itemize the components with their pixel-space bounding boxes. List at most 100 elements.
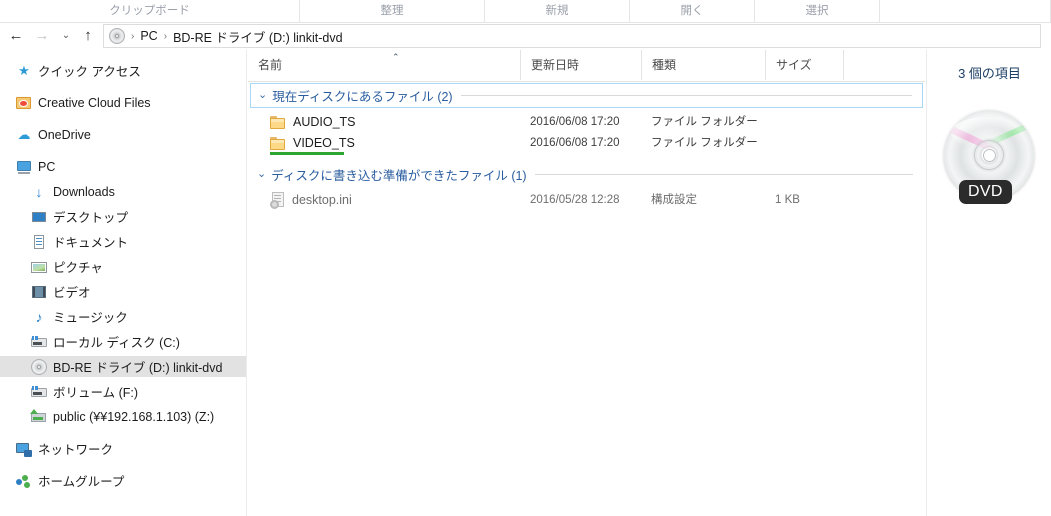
column-header-5[interactable] [843,50,925,80]
sidebar-item-label: Downloads [53,184,115,199]
ribbon-group-4[interactable]: 開く [630,0,755,22]
file-name-cell[interactable]: desktop.ini [270,190,352,210]
sidebar-item-label: ビデオ [53,286,91,300]
hard-drive-icon [31,384,47,400]
back-button[interactable]: ← [6,26,26,46]
column-header-1[interactable]: 名前 [248,50,520,80]
column-header-row: 名前 ⌃ 更新日時 種類 サイズ [248,50,925,82]
sort-ascending-icon: ⌃ [392,52,400,62]
sidebar-item-label: BD-RE ドライブ (D:) linkit-dvd [53,361,223,375]
ribbon-group-1[interactable]: クリップボード [0,0,300,22]
recent-locations-button[interactable]: ⌄ [56,26,76,46]
sidebar-item-0[interactable]: ★ クイック アクセス [0,60,246,81]
disc-hole [982,148,996,162]
ribbon-group-6[interactable] [880,0,1051,22]
breadcrumb-separator-1: › [163,30,168,42]
sidebar-item-label: OneDrive [38,127,91,142]
file-list-pane: 名前 ⌃ 更新日時 種類 サイズ ⌄ 現在ディスクにあるファイル (2) AUDIO_TS 2… [248,50,925,516]
file-name-label: AUDIO_TS [293,115,356,129]
ribbon-group-3[interactable]: 新規 [485,0,630,22]
sidebar-item-7[interactable]: ピクチャ [0,256,246,277]
sidebar-item-label: Creative Cloud Files [38,95,151,110]
sidebar-item-label: ボリューム (F:) [53,386,139,400]
ribbon-group-5[interactable]: 選択 [755,0,880,22]
ribbon-group-2[interactable]: 整理 [300,0,485,22]
breadcrumb[interactable]: › PC › BD-RE ドライブ (D:) linkit-dvd [103,24,1041,48]
column-header-3[interactable]: 種類 [641,50,765,80]
dvd-badge: DVD [959,180,1012,204]
address-bar: ← → ⌄ ↑ › PC › BD-RE ドライブ (D:) linkit-dv… [0,23,1051,49]
network-drive-icon [30,408,47,425]
sidebar-item-label: ドキュメント [53,236,129,250]
group-divider-rule [534,174,913,175]
ini-file-icon [270,192,285,209]
file-name-label: VIDEO_TS [293,136,355,150]
sidebar-item-14[interactable]: ネットワーク [0,438,246,459]
file-group-label: ディスクに書き込む準備ができたファイル (1) [271,169,527,183]
file-group-header-1[interactable]: ⌄ 現在ディスクにあるファイル (2) [250,83,923,108]
forward-button[interactable]: → [32,26,52,46]
optical-disc-icon [109,28,125,44]
file-name-cell[interactable]: AUDIO_TS [270,112,356,132]
sidebar-item-9[interactable]: ♪ ミュージック [0,306,246,327]
table-row[interactable]: VIDEO_TS 2016/06/08 17:20 ファイル フォルダー [248,133,925,153]
onedrive-cloud-icon: ☁ [17,126,31,142]
file-modified-cell: 2016/05/28 12:28 [530,194,620,206]
sidebar-item-2[interactable]: ☁ OneDrive [0,124,246,145]
group-divider-rule [460,95,912,96]
videos-icon [31,284,47,300]
file-modified-cell: 2016/06/08 17:20 [530,116,620,128]
breadcrumb-separator-0: › [131,30,135,42]
sidebar-item-12[interactable]: ボリューム (F:) [0,381,246,402]
navigation-pane: ★ クイック アクセス Creative Cloud Files ☁ OneDrive P… [0,50,247,516]
file-name-label: desktop.ini [292,193,352,207]
file-size-cell: 1 KB [775,194,800,206]
ribbon-group-strip: クリップボード 整理 新規 開く 選択 [0,0,1051,23]
file-group-header-2[interactable]: ⌄ ディスクに書き込む準備ができたファイル (1) [250,162,923,187]
breadcrumb-segment-drive[interactable]: BD-RE ドライブ (D:) linkit-dvd [173,27,342,46]
file-name-cell[interactable]: VIDEO_TS [270,133,355,153]
sidebar-item-label: ネットワーク [38,443,114,457]
star-icon: ★ [18,62,30,78]
table-row[interactable]: desktop.ini 2016/05/28 12:28 構成設定 1 KB [248,190,925,210]
creative-cloud-icon [16,95,32,111]
chevron-down-icon[interactable]: ⌄ [250,169,271,180]
sidebar-item-5[interactable]: デスクトップ [0,206,246,227]
sidebar-item-3[interactable]: PC [0,156,246,177]
breadcrumb-segment-pc[interactable]: PC [140,29,157,43]
folder-icon [270,136,286,150]
sidebar-item-15[interactable]: ホームグループ [0,470,246,491]
sidebar-item-1[interactable]: Creative Cloud Files [0,92,246,113]
sidebar-item-8[interactable]: ビデオ [0,281,246,302]
file-type-cell: ファイル フォルダー [651,137,758,149]
pictures-icon [31,259,47,275]
table-row[interactable]: AUDIO_TS 2016/06/08 17:20 ファイル フォルダー [248,112,925,132]
file-type-cell: ファイル フォルダー [651,116,758,128]
file-size-cell [775,133,841,153]
sidebar-item-6[interactable]: ドキュメント [0,231,246,252]
chevron-down-icon[interactable]: ⌄ [251,90,272,101]
sidebar-item-label: クイック アクセス [38,65,141,79]
sidebar-item-13[interactable]: public (¥¥192.168.1.103) (Z:) [0,406,246,427]
up-button[interactable]: ↑ [78,26,98,46]
folder-icon [270,115,286,129]
homegroup-icon [16,473,32,489]
sidebar-item-label: ホームグループ [38,475,125,489]
documents-icon [31,234,47,250]
column-header-2[interactable]: 更新日時 [520,50,641,80]
optical-disc-icon [31,358,47,375]
sidebar-item-10[interactable]: ローカル ディスク (C:) [0,331,246,352]
column-header-4[interactable]: サイズ [765,50,843,80]
dvd-disc-icon: DVD [942,110,1038,206]
file-modified-cell: 2016/06/08 17:20 [530,137,620,149]
sidebar-item-11[interactable]: BD-RE ドライブ (D:) linkit-dvd [0,356,246,377]
sidebar-item-label: ピクチャ [53,261,103,275]
sidebar-item-label: public (¥¥192.168.1.103) (Z:) [53,409,215,424]
sidebar-item-label: ローカル ディスク (C:) [53,336,180,350]
sidebar-item-label: ミュージック [53,311,128,325]
sidebar-item-4[interactable]: ↓ Downloads [0,181,246,202]
item-count-label: 3 個の項目 [958,66,1021,81]
details-pane: 3 個の項目 DVD [926,50,1051,516]
desktop-icon [31,209,47,225]
sidebar-item-label: デスクトップ [53,211,129,225]
